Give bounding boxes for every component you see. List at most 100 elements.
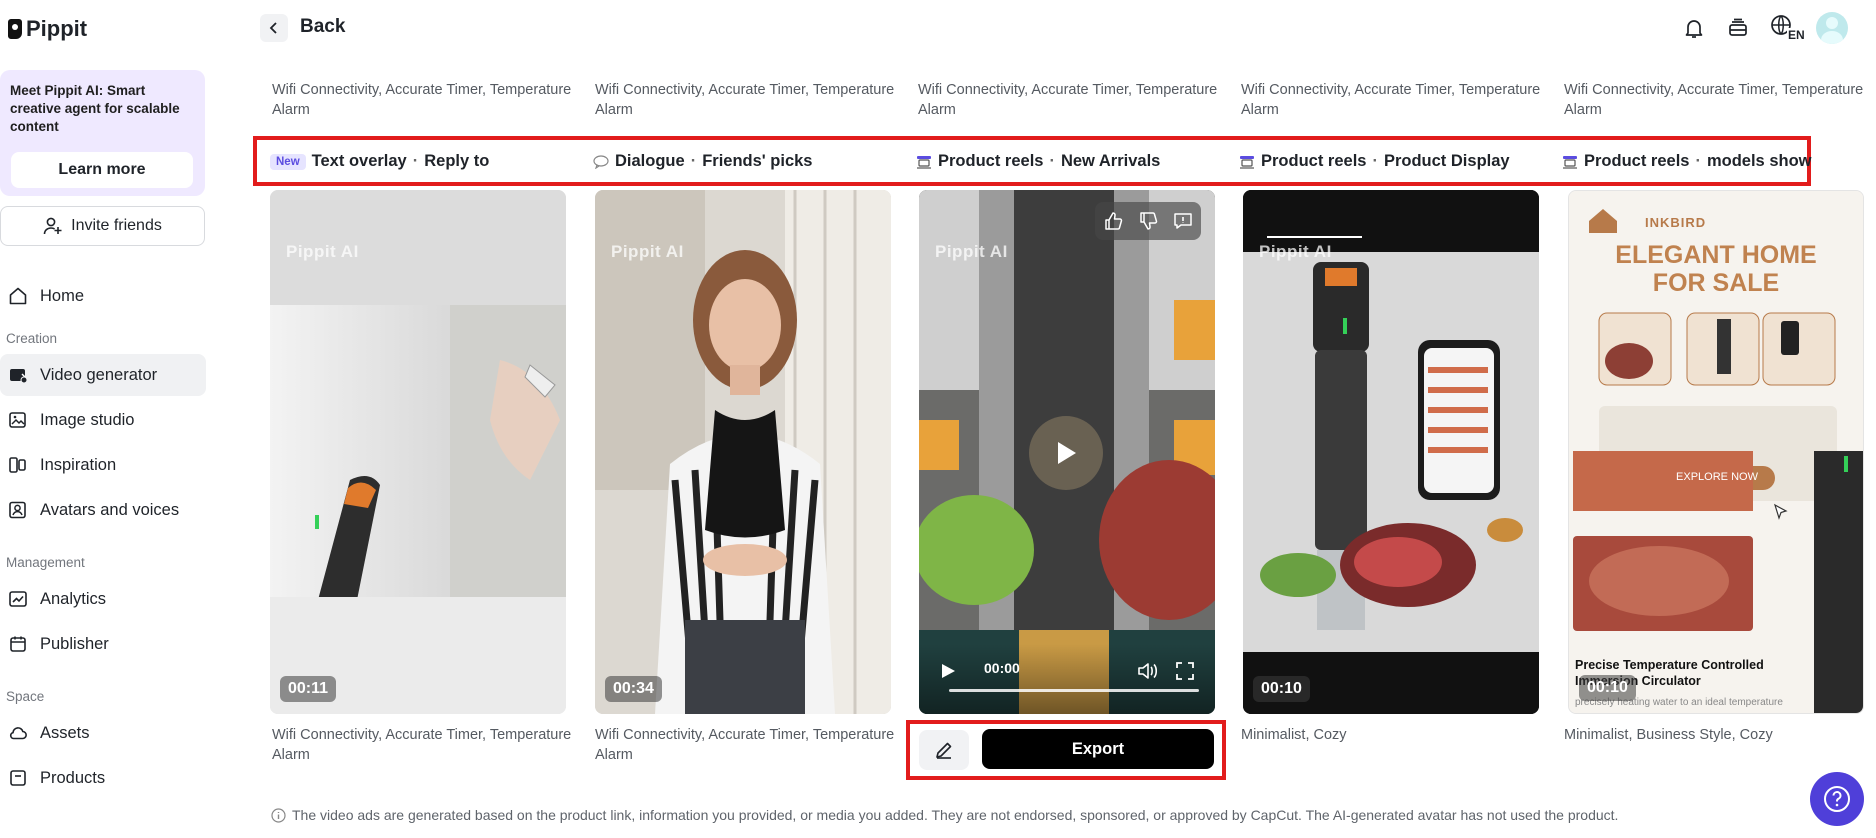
thumbs-up-icon[interactable] bbox=[1103, 211, 1123, 231]
section-label-space: Space bbox=[6, 689, 45, 704]
product-box-icon bbox=[10, 770, 26, 786]
tag-type: Text overlay bbox=[311, 152, 407, 170]
tag-style: Product Display bbox=[1383, 152, 1510, 170]
speech-bubble-icon bbox=[593, 154, 609, 169]
watermark: Pippit AI bbox=[935, 242, 1008, 261]
sidebar-item-label: Home bbox=[40, 286, 85, 305]
video-card-2[interactable]: Pippit AI 00:34 bbox=[595, 190, 891, 714]
avatar-voice-icon bbox=[9, 501, 26, 519]
product-reel-icon bbox=[917, 155, 931, 169]
tag-type: Product reels bbox=[1261, 152, 1367, 170]
card-caption-top-1: Wifi Connectivity, Accurate Timer, Tempe… bbox=[272, 82, 572, 118]
tag-style: New Arrivals bbox=[1060, 152, 1161, 170]
style-tag-1[interactable]: New Text overlay · Reply to bbox=[270, 152, 489, 171]
play-button[interactable] bbox=[1029, 416, 1103, 490]
progress-bar[interactable] bbox=[949, 689, 1199, 692]
section-label-management: Management bbox=[6, 555, 85, 570]
card-caption-bottom-2: Wifi Connectivity, Accurate Timer, Tempe… bbox=[595, 727, 895, 763]
calendar-icon bbox=[10, 636, 26, 652]
report-icon[interactable] bbox=[1173, 211, 1193, 231]
sidebar-item-image-studio[interactable]: Image studio bbox=[0, 399, 206, 441]
volume-icon[interactable] bbox=[1137, 661, 1159, 681]
sidebar-item-video-generator[interactable]: Video generator bbox=[0, 354, 206, 396]
tag-separator: · bbox=[690, 152, 697, 170]
style-tag-5[interactable]: Product reels · models show bbox=[1562, 152, 1812, 171]
back-label[interactable]: Back bbox=[300, 16, 345, 38]
image-studio-icon bbox=[9, 412, 26, 428]
language-selector[interactable]: EN bbox=[1770, 14, 1806, 43]
stack-icon[interactable] bbox=[1726, 16, 1750, 40]
sidebar: Pippit Meet Pippit AI: Smart creative ag… bbox=[0, 0, 208, 838]
user-avatar[interactable] bbox=[1816, 12, 1848, 44]
play-icon bbox=[1058, 442, 1076, 464]
thumbs-down-icon[interactable] bbox=[1138, 211, 1158, 231]
video-card-5[interactable]: INKBIRD ELEGANT HOME FOR SALE EXPLORE NO… bbox=[1568, 190, 1864, 714]
sidebar-item-label: Assets bbox=[40, 723, 90, 742]
card-caption-top-5: Wifi Connectivity, Accurate Timer, Tempe… bbox=[1564, 82, 1864, 118]
pippit-logo[interactable]: Pippit bbox=[8, 16, 87, 42]
tag-separator: · bbox=[412, 152, 419, 170]
feedback-bar bbox=[1095, 202, 1201, 240]
card-caption-top-2: Wifi Connectivity, Accurate Timer, Tempe… bbox=[595, 82, 895, 118]
video-duration: 00:10 bbox=[1579, 675, 1636, 701]
ad-cta: EXPLORE NOW bbox=[1676, 471, 1758, 483]
video-controls: 00:00 bbox=[919, 644, 1215, 714]
app-name: Pippit bbox=[26, 16, 88, 41]
sidebar-item-assets[interactable]: Assets bbox=[0, 712, 206, 754]
new-badge: New bbox=[270, 153, 306, 170]
disclaimer-text: The video ads are generated based on the… bbox=[292, 807, 1619, 823]
current-time: 00:00 bbox=[984, 660, 1020, 676]
ad-headline-line2: FOR SALE bbox=[1652, 269, 1780, 297]
product-reel-icon bbox=[1240, 155, 1254, 169]
inspiration-icon bbox=[9, 457, 26, 473]
watermark: Pippit AI bbox=[286, 242, 359, 261]
home-icon bbox=[9, 287, 27, 305]
chevron-left-icon bbox=[269, 22, 277, 34]
tag-style: Reply to bbox=[424, 152, 490, 170]
promo-text: Meet Pippit AI: Smart creative agent for… bbox=[10, 83, 180, 134]
bell-icon[interactable] bbox=[1682, 16, 1706, 40]
sidebar-item-label: Video generator bbox=[40, 365, 158, 384]
fullscreen-icon[interactable] bbox=[1175, 661, 1195, 681]
sidebar-item-label: Products bbox=[40, 768, 106, 787]
video-card-1[interactable]: Pippit AI 00:11 bbox=[270, 190, 566, 714]
export-button[interactable]: Export bbox=[982, 729, 1214, 769]
section-label-creation: Creation bbox=[6, 331, 58, 346]
info-icon bbox=[271, 807, 286, 823]
video-card-4[interactable]: Pippit AI 00:10 bbox=[1243, 190, 1539, 714]
style-tag-3[interactable]: Product reels · New Arrivals bbox=[916, 152, 1160, 171]
product-reel-icon bbox=[1563, 155, 1577, 169]
watermark: Pippit AI bbox=[1259, 242, 1332, 261]
video-duration: 00:10 bbox=[1253, 676, 1310, 702]
play-small-icon[interactable] bbox=[939, 662, 957, 680]
help-button[interactable] bbox=[1810, 772, 1864, 826]
video-thumbnail-sous-vide-hand bbox=[270, 190, 566, 714]
question-icon bbox=[1824, 786, 1850, 812]
sidebar-item-home[interactable]: Home bbox=[0, 275, 206, 317]
invite-label: Invite friends bbox=[71, 217, 162, 234]
sidebar-item-products[interactable]: Products bbox=[0, 757, 206, 799]
back-button[interactable] bbox=[260, 14, 288, 42]
sidebar-item-label: Publisher bbox=[40, 634, 109, 653]
learn-more-button[interactable]: Learn more bbox=[11, 152, 193, 188]
pippit-logo-icon bbox=[8, 19, 22, 39]
style-tag-4[interactable]: Product reels · Product Display bbox=[1239, 152, 1510, 171]
sidebar-item-avatars-and-voices[interactable]: Avatars and voices bbox=[0, 489, 206, 531]
sidebar-item-label: Analytics bbox=[40, 589, 107, 608]
sidebar-item-inspiration[interactable]: Inspiration bbox=[0, 444, 206, 486]
tag-separator: · bbox=[1049, 152, 1055, 170]
card-caption-bottom-5: Minimalist, Business Style, Cozy bbox=[1564, 727, 1773, 743]
style-tag-2[interactable]: Dialogue · Friends' picks bbox=[593, 152, 812, 171]
sidebar-item-label: Image studio bbox=[40, 410, 135, 429]
tag-type: Product reels bbox=[1584, 152, 1690, 170]
sidebar-item-publisher[interactable]: Publisher bbox=[0, 623, 206, 665]
brand-name: INKBIRD bbox=[1645, 215, 1707, 230]
tag-style: Friends' picks bbox=[702, 152, 813, 170]
sidebar-item-analytics[interactable]: Analytics bbox=[0, 578, 206, 620]
video-card-3-player[interactable]: Pippit AI 00:00 bbox=[919, 190, 1215, 714]
edit-button[interactable] bbox=[919, 730, 969, 770]
tag-separator: · bbox=[1695, 152, 1701, 170]
pencil-icon bbox=[936, 742, 952, 759]
invite-friends-button[interactable]: Invite friends bbox=[0, 206, 205, 246]
video-thumbnail-sous-vide-steak bbox=[1243, 190, 1539, 714]
